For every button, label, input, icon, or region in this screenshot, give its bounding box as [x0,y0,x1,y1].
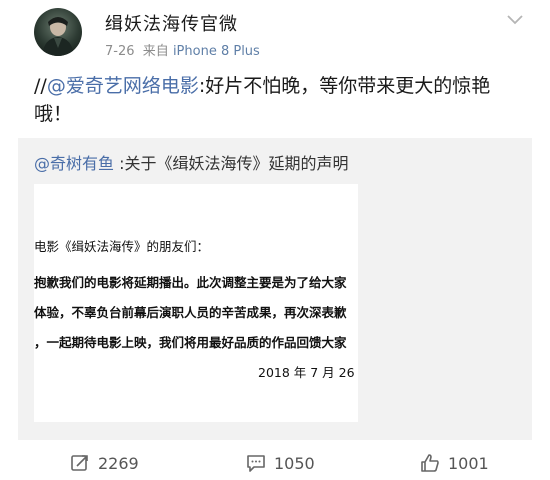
doc-line: 体验，不辜负台前幕后演职人员的辛苦成果，再次深表歉 [34,305,347,320]
post-source-prefix: 来自 [142,44,169,59]
like-icon [421,454,439,472]
repost-count: 2269 [98,453,139,473]
avatar[interactable] [34,8,82,56]
comment-count: 1050 [274,453,315,473]
repost-icon [71,455,88,471]
post-source-device[interactable]: iPhone 8 Plus [173,44,260,59]
repost-button[interactable]: 2269 [70,452,139,474]
like-count: 1001 [448,453,489,473]
comment-button[interactable]: 1050 [246,452,315,474]
chevron-down-icon[interactable] [505,12,525,26]
doc-line: 抱歉我们的电影将延期播出。此次调整主要是为了给大家 [34,275,347,290]
doc-date: 2018 年 7 月 26 日 [258,365,358,380]
avatar-figure-icon [42,17,74,56]
comment-icon [247,455,265,472]
post-text: //@爱奇艺网络电影:好片不怕晚，等你带来更大的惊艳 哦！ [34,72,514,128]
post-text-line2: 哦！ [34,103,73,125]
post-meta: 7-26 来自 iPhone 8 Plus [105,40,260,59]
repost-header: @奇树有鱼 :关于《缉妖法海传》延期的声明 [34,150,349,174]
like-button[interactable]: 1001 [420,452,489,474]
repost-mention-link[interactable]: @奇树有鱼 [34,154,114,173]
post-header: 缉妖法海传官微 7-26 来自 iPhone 8 Plus [0,0,550,66]
post-date: 7-26 [105,44,135,59]
author-name[interactable]: 缉妖法海传官微 [105,10,238,36]
repost-text: :关于《缉妖法海传》延期的声明 [114,154,349,173]
doc-line: 电影《缉妖法海传》的朋友们： [34,239,210,254]
post-text-prefix: // [34,75,47,97]
post-mention-link[interactable]: @爱奇艺网络电影 [47,75,199,97]
repost-image[interactable]: 电影《缉妖法海传》的朋友们： 抱歉我们的电影将延期播出。此次调整主要是为了给大家… [34,184,358,422]
action-bar: 2269 1050 1001 [0,444,550,480]
repost-card[interactable]: @奇树有鱼 :关于《缉妖法海传》延期的声明 电影《缉妖法海传》的朋友们： 抱歉我… [18,138,532,440]
doc-line: ，一起期待电影上映，我们将用最好品质的作品回馈大家 [34,335,347,350]
post-text-line1: :好片不怕晚，等你带来更大的惊艳 [198,75,491,97]
